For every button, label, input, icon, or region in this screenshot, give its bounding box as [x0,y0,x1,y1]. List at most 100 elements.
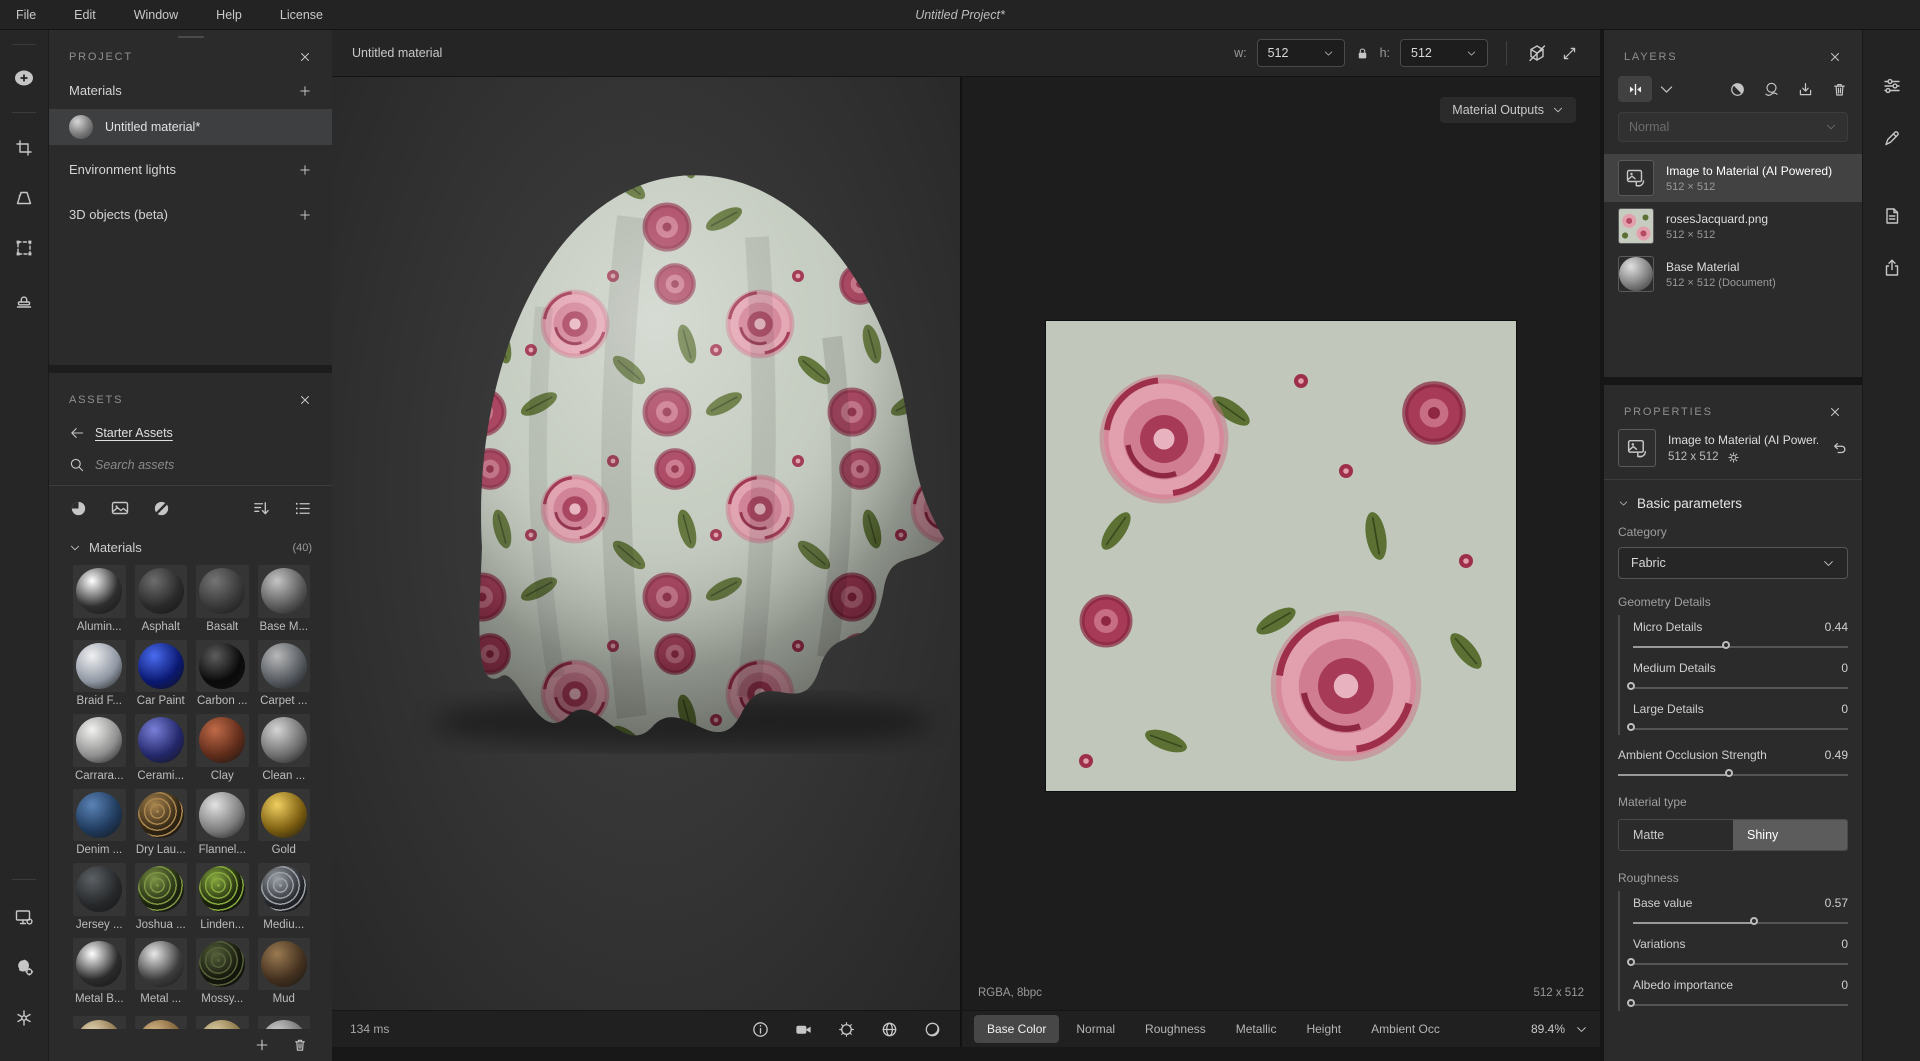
menu-item[interactable]: Help [216,8,242,22]
reset-icon[interactable] [1830,439,1848,457]
environment-filter-icon[interactable] [152,499,171,518]
chevron-down-icon[interactable] [1618,498,1629,509]
asset-item[interactable]: Flannel... [196,788,249,856]
delete-icon[interactable] [1831,81,1848,98]
asset-item[interactable]: Clean ... [257,714,310,782]
channel-tab[interactable]: Normal [1063,1015,1128,1043]
clone-stamp-icon[interactable] [14,290,34,310]
split-view-button[interactable] [1618,76,1675,102]
zoom-level[interactable]: 89.4% [1531,1022,1565,1036]
menu-item[interactable]: Edit [74,8,96,22]
import-icon[interactable] [1797,81,1814,98]
asset-item[interactable]: Gold [257,788,310,856]
asset-item[interactable]: Carbon ... [196,639,249,707]
asset-item[interactable]: Metal ... [134,937,187,1005]
slider-knob[interactable] [1627,999,1635,1007]
effect-icon[interactable] [1763,81,1780,98]
asset-item[interactable] [257,1016,310,1029]
asset-item[interactable]: Braid F... [73,639,126,707]
render-sphere-icon[interactable] [923,1020,942,1039]
width-select[interactable]: 512 [1256,39,1345,67]
close-icon[interactable] [1828,50,1842,64]
slider-knob[interactable] [1627,682,1635,690]
menu-item[interactable]: License [280,8,323,22]
base-value-slider[interactable] [1633,916,1848,929]
channel-tab[interactable]: Roughness [1132,1015,1219,1043]
gear-icon[interactable] [1727,451,1740,464]
asset-item[interactable]: Linden... [196,863,249,931]
display-settings-icon[interactable] [14,906,35,927]
slider-knob[interactable] [1724,769,1733,777]
camera-icon[interactable] [794,1020,813,1039]
preferences-icon[interactable] [14,1008,34,1028]
category-dropdown[interactable]: Fabric [1618,547,1848,579]
asset-item[interactable]: Dry Lau... [134,788,187,856]
navigation-globe-icon[interactable] [880,1020,899,1039]
marker-icon[interactable] [1882,128,1902,148]
close-icon[interactable] [1828,405,1842,419]
slider-knob[interactable] [1749,917,1758,925]
asset-item[interactable]: Clay [196,714,249,782]
matte-option[interactable]: Matte [1619,820,1733,850]
asset-item[interactable]: Basalt [196,565,249,633]
slider-knob[interactable] [1627,723,1635,731]
asset-item[interactable]: Carpet ... [257,639,310,707]
asset-item[interactable]: Alumin... [73,565,126,633]
asset-item[interactable]: Carrara... [73,714,126,782]
asset-item[interactable]: Joshua ... [134,863,187,931]
chevron-down-icon[interactable] [69,542,81,554]
asset-item[interactable]: Denim ... [73,788,126,856]
materials-filter-icon[interactable] [69,499,88,518]
layer-row[interactable]: Base Material 512 × 512 (Document) [1604,250,1862,298]
slider-knob[interactable] [1721,641,1730,649]
add-asset-icon[interactable] [254,1037,270,1053]
viewport-2d[interactable]: Material Outputs RGBA, 8bpc 512 x 512 Ba… [962,77,1600,1061]
variations-slider[interactable] [1627,957,1848,970]
perspective-icon[interactable] [14,188,34,208]
expand-view-icon[interactable] [1559,43,1580,64]
search-input[interactable] [95,458,265,472]
viewport-3d[interactable]: 134 ms [332,77,962,1061]
layer-row[interactable]: Image to Material (AI Powered) 512 × 512 [1604,154,1862,202]
delete-asset-icon[interactable] [292,1037,308,1053]
menu-item[interactable]: Window [134,8,178,22]
height-select[interactable]: 512 [1400,39,1488,67]
menu-item[interactable]: File [16,8,36,22]
toggle-3d-view-icon[interactable] [1525,41,1549,65]
sort-icon[interactable] [252,499,271,518]
close-icon[interactable] [298,50,312,64]
channel-tab[interactable]: Height [1293,1015,1354,1043]
layer-row[interactable]: rosesJacquard.png 512 × 512 [1604,202,1862,250]
asset-item[interactable]: Cerami... [134,714,187,782]
material-list-item[interactable]: Untitled material* [49,109,332,145]
document-tab-title[interactable]: Untitled material [352,46,442,60]
shiny-option[interactable]: Shiny [1733,820,1847,850]
asset-item[interactable]: Mossy... [196,937,249,1005]
asset-item[interactable]: Car Paint [134,639,187,707]
material-outputs-dropdown[interactable]: Material Outputs [1440,97,1576,123]
asset-item[interactable] [134,1016,187,1029]
slider-knob[interactable] [1627,958,1635,966]
asset-item[interactable]: Metal B... [73,937,126,1005]
asset-item[interactable] [196,1016,249,1029]
info-icon[interactable] [751,1020,770,1039]
asset-item[interactable]: Base M... [257,565,310,633]
channel-tab[interactable]: Base Color [974,1015,1060,1043]
chevron-down-icon[interactable] [1575,1023,1588,1036]
close-icon[interactable] [298,393,312,407]
adjustment-icon[interactable] [1729,81,1746,98]
panel-drag-handle[interactable] [177,36,204,38]
lock-ratio-icon[interactable] [1355,46,1370,61]
list-view-icon[interactable] [293,499,312,518]
ao-strength-slider[interactable] [1618,768,1848,781]
asset-item[interactable] [73,1016,126,1029]
crop-icon[interactable] [14,138,34,158]
tiling-icon[interactable] [14,238,34,258]
share-icon[interactable] [1882,258,1902,278]
add-material-button[interactable] [298,84,312,98]
asset-item[interactable]: Asphalt [134,565,187,633]
albedo-importance-slider[interactable] [1627,998,1848,1011]
asset-item[interactable]: Jersey ... [73,863,126,931]
environment-icon[interactable] [837,1020,856,1039]
arrow-left-icon[interactable] [69,425,85,441]
